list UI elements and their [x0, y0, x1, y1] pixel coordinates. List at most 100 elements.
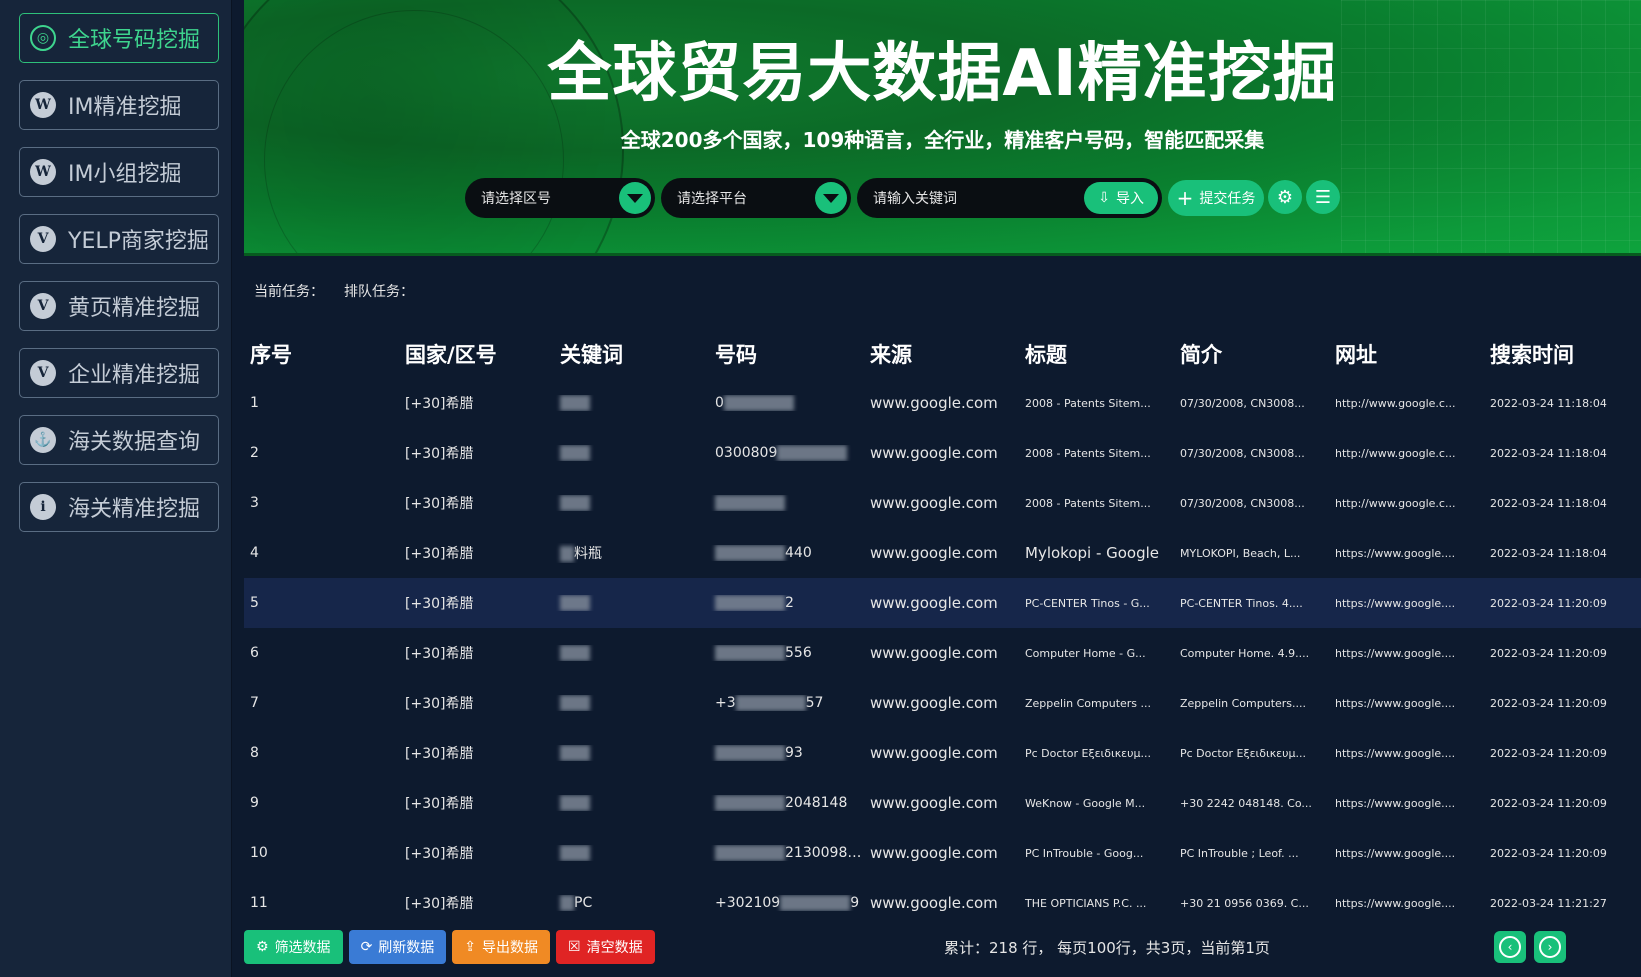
cell-url: https://www.google....: [1335, 746, 1456, 760]
next-page-button[interactable]: ›: [1534, 931, 1566, 963]
sidebar-item-label: 企业精准挖掘: [68, 363, 201, 388]
cell-time: 2022-03-24 11:20:09: [1490, 796, 1607, 810]
cell-keyword: 料瓶: [554, 543, 709, 563]
cell-title: 2008 - Patents Sitem...: [1025, 446, 1151, 460]
table-header: 序号 国家/区号 关键词 号码 来源 标题 简介 网址 搜索时间: [244, 330, 1641, 378]
submit-task-button[interactable]: + 提交任务: [1168, 180, 1264, 216]
cell-phone: +3 57: [709, 695, 864, 711]
chevron-down-icon[interactable]: [815, 182, 847, 214]
trash-icon: ☒: [568, 939, 581, 955]
import-label: 导入: [1116, 191, 1144, 207]
region-select[interactable]: 请选择区号: [465, 178, 655, 218]
column-header[interactable]: 关键词: [554, 339, 709, 369]
column-header[interactable]: 搜索时间: [1484, 339, 1641, 369]
sidebar-item-yellow-pages[interactable]: V 黄页精准挖掘: [19, 281, 219, 331]
sidebar-item-customs-query[interactable]: ⚓ 海关数据查询: [19, 415, 219, 465]
column-header[interactable]: 网址: [1329, 339, 1484, 369]
table-row[interactable]: 4 [+30]希腊 料瓶 440 www.google.com Mylokopi - Go…: [244, 528, 1641, 578]
cell-title: PC InTrouble - Goog...: [1025, 846, 1144, 860]
sidebar-item-label: IM精准挖掘: [68, 95, 182, 120]
cell-source: www.google.com: [870, 494, 998, 512]
table-row[interactable]: 7 [+30]希腊 +3 57 www.google.com Zeppelin Compu…: [244, 678, 1641, 728]
cell-url: https://www.google....: [1335, 846, 1456, 860]
cell-intro: 07/30/2008, CN3008...: [1180, 396, 1305, 410]
platform-select[interactable]: 请选择平台: [661, 178, 851, 218]
keyword-input[interactable]: 请输入关键词 ⇩ 导入: [857, 178, 1162, 218]
chevron-down-icon[interactable]: [619, 182, 651, 214]
cell-country: [+30]希腊: [405, 746, 474, 762]
column-header[interactable]: 序号: [244, 339, 399, 369]
list-icon[interactable]: ☰: [1306, 180, 1340, 214]
export-data-button[interactable]: ⇪ 导出数据: [452, 930, 551, 964]
sidebar-item-yelp[interactable]: V YELP商家挖掘: [19, 214, 219, 264]
filter-data-button[interactable]: ⚙ 筛选数据: [244, 930, 343, 964]
current-task-label: 当前任务：: [254, 284, 324, 300]
cell-text: 440: [785, 545, 812, 561]
cell-url: https://www.google....: [1335, 896, 1456, 910]
refresh-data-button[interactable]: ⟳ 刷新数据: [348, 930, 447, 964]
table-row[interactable]: 2 [+30]希腊 0300809 www.google.com 2008 - Pate…: [244, 428, 1641, 478]
table-row[interactable]: 1 [+30]希腊 0 www.google.com 2008 - Patents Si…: [244, 378, 1641, 428]
table-row[interactable]: 8 [+30]希腊 93 www.google.com Pc Doctor Εξειδι…: [244, 728, 1641, 778]
column-header[interactable]: 来源: [864, 339, 1019, 369]
cell-country: [+30]希腊: [405, 446, 474, 462]
cell-source: www.google.com: [870, 444, 998, 462]
redacted-mask: [715, 645, 785, 661]
cell-no: 11: [250, 895, 268, 911]
redacted-mask: [715, 795, 785, 811]
sidebar-item-im-group[interactable]: W IM小组挖掘: [19, 147, 219, 197]
cell-intro: Pc Doctor Εξειδικευμ...: [1180, 746, 1306, 760]
cell-source: www.google.com: [870, 844, 998, 862]
submit-task-label: 提交任务: [1199, 191, 1256, 207]
import-icon: ⇩: [1098, 190, 1110, 206]
table-row[interactable]: 5 [+30]希腊 2 www.google.com PC-CENTER Tinos -…: [244, 578, 1641, 628]
table-row[interactable]: 3 [+30]希腊 www.google.com 2008 - Patents Sit…: [244, 478, 1641, 528]
previous-page-button[interactable]: ‹: [1494, 931, 1526, 963]
vivaldi-icon: V: [30, 293, 56, 319]
cell-keyword: [554, 645, 709, 661]
cell-intro: Computer Home. 4.9....: [1180, 646, 1310, 660]
cell-text: 料瓶: [574, 546, 602, 562]
column-header[interactable]: 简介: [1174, 339, 1329, 369]
sidebar-item-im-precise[interactable]: W IM精准挖掘: [19, 80, 219, 130]
table-row[interactable]: 11 [+30]希腊 PC +302109 9 www.google.com THE OPT…: [244, 878, 1641, 928]
cell-text: 57: [805, 695, 824, 711]
sidebar-item-global-number[interactable]: ◎ 全球号码挖掘: [19, 13, 219, 63]
redacted-mask: [715, 495, 785, 511]
cell-time: 2022-03-24 11:18:04: [1490, 496, 1607, 510]
clear-data-button[interactable]: ☒ 清空数据: [556, 930, 655, 964]
redacted-mask: [560, 745, 590, 761]
column-header[interactable]: 国家/区号: [399, 339, 554, 369]
cell-title: THE OPTICIANS P.C. ...: [1025, 896, 1147, 910]
cell-text: 0: [715, 395, 724, 411]
column-header[interactable]: 标题: [1019, 339, 1174, 369]
table-row[interactable]: 9 [+30]希腊 2048148 www.google.com WeKnow - Go…: [244, 778, 1641, 828]
cell-text: 2048148: [785, 795, 848, 811]
page-subtitle: 全球200多个国家，109种语言，全行业，精准客户号码，智能匹配采集: [620, 128, 1265, 152]
cell-no: 10: [250, 845, 268, 861]
table-row[interactable]: 10 [+30]希腊 2130098151 www.google.com PC InTr…: [244, 828, 1641, 878]
gear-icon[interactable]: ⚙: [1268, 180, 1302, 214]
cell-url: http://www.google.c...: [1335, 446, 1456, 460]
cell-intro: +30 2242 048148. Co...: [1180, 796, 1312, 810]
cell-intro: Zeppelin Computers....: [1180, 696, 1307, 710]
redacted-mask: [715, 595, 785, 611]
cell-phone: 2130098151: [709, 845, 864, 861]
redacted-mask: [560, 795, 590, 811]
sidebar-item-customs-precise[interactable]: i 海关精准挖掘: [19, 482, 219, 532]
cell-time: 2022-03-24 11:20:09: [1490, 646, 1607, 660]
import-button[interactable]: ⇩ 导入: [1084, 182, 1158, 214]
cell-phone: 2: [709, 595, 864, 611]
cell-time: 2022-03-24 11:20:09: [1490, 596, 1607, 610]
cell-time: 2022-03-24 11:20:09: [1490, 696, 1607, 710]
cell-text: 556: [785, 645, 812, 661]
sidebar-item-enterprise[interactable]: V 企业精准挖掘: [19, 348, 219, 398]
cell-text: 0300809: [715, 445, 778, 461]
cell-country: [+30]希腊: [405, 646, 474, 662]
column-header[interactable]: 号码: [709, 339, 864, 369]
cell-source: www.google.com: [870, 394, 998, 412]
sidebar-item-label: 海关数据查询: [68, 430, 201, 455]
table-row[interactable]: 6 [+30]希腊 556 www.google.com Computer Home -…: [244, 628, 1641, 678]
cell-country: [+30]希腊: [405, 396, 474, 412]
platform-select-placeholder: 请选择平台: [677, 191, 747, 207]
